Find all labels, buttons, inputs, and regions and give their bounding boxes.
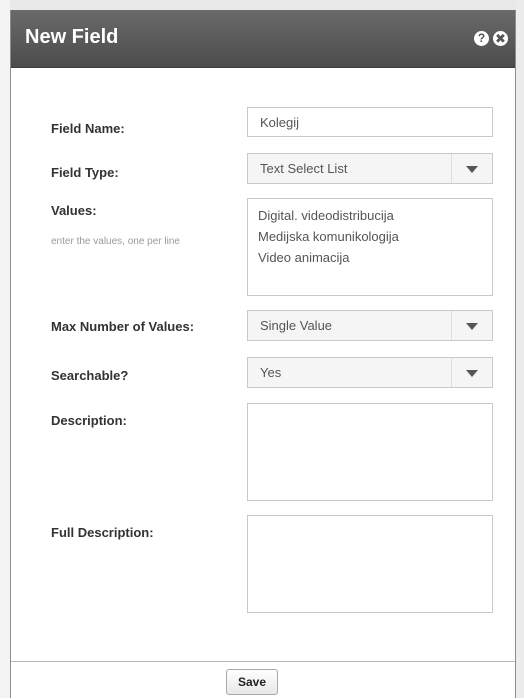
description-textarea[interactable] [247,403,493,501]
values-line: Medijska komunikologija [258,229,399,244]
dialog-titlebar: New Field ? ✖ [11,10,515,68]
page-background [0,0,524,10]
chevron-down-icon [466,166,478,173]
searchable-select[interactable]: Yes [247,357,493,388]
dialog-title: New Field [25,26,119,48]
field-type-value: Text Select List [260,161,348,176]
values-hint: enter the values, one per line [51,236,180,247]
max-values-label: Max Number of Values: [51,319,195,334]
dialog-footer: Save [11,661,515,699]
values-label: Values: [51,203,97,218]
field-type-label: Field Type: [51,165,119,180]
page-background-left [0,0,10,698]
description-label: Description: [51,413,127,428]
field-type-dropdown-button[interactable] [451,154,492,183]
values-line: Digital. videodistribucija [258,208,394,223]
field-name-input[interactable]: Kolegij [247,107,493,137]
save-button[interactable]: Save [226,669,278,695]
close-icon[interactable]: ✖ [493,31,508,46]
chevron-down-icon [466,370,478,377]
full-description-textarea[interactable] [247,515,493,613]
chevron-down-icon [466,323,478,330]
values-line: Video animacija [258,250,350,265]
new-field-dialog: New Field ? ✖ Field Name: Kolegij Field … [10,10,516,699]
page-scrollbar-area [516,0,524,698]
max-values-value: Single Value [260,318,333,333]
searchable-label: Searchable? [51,368,129,383]
field-name-label: Field Name: [51,121,125,136]
field-name-value: Kolegij [260,115,300,130]
max-values-select[interactable]: Single Value [247,310,493,341]
field-type-select[interactable]: Text Select List [247,153,493,184]
values-textarea[interactable]: Digital. videodistribucija Medijska komu… [247,198,493,296]
full-description-label: Full Description: [51,525,154,540]
searchable-value: Yes [260,365,282,380]
searchable-dropdown-button[interactable] [451,358,492,387]
help-icon[interactable]: ? [474,31,489,46]
max-values-dropdown-button[interactable] [451,311,492,340]
